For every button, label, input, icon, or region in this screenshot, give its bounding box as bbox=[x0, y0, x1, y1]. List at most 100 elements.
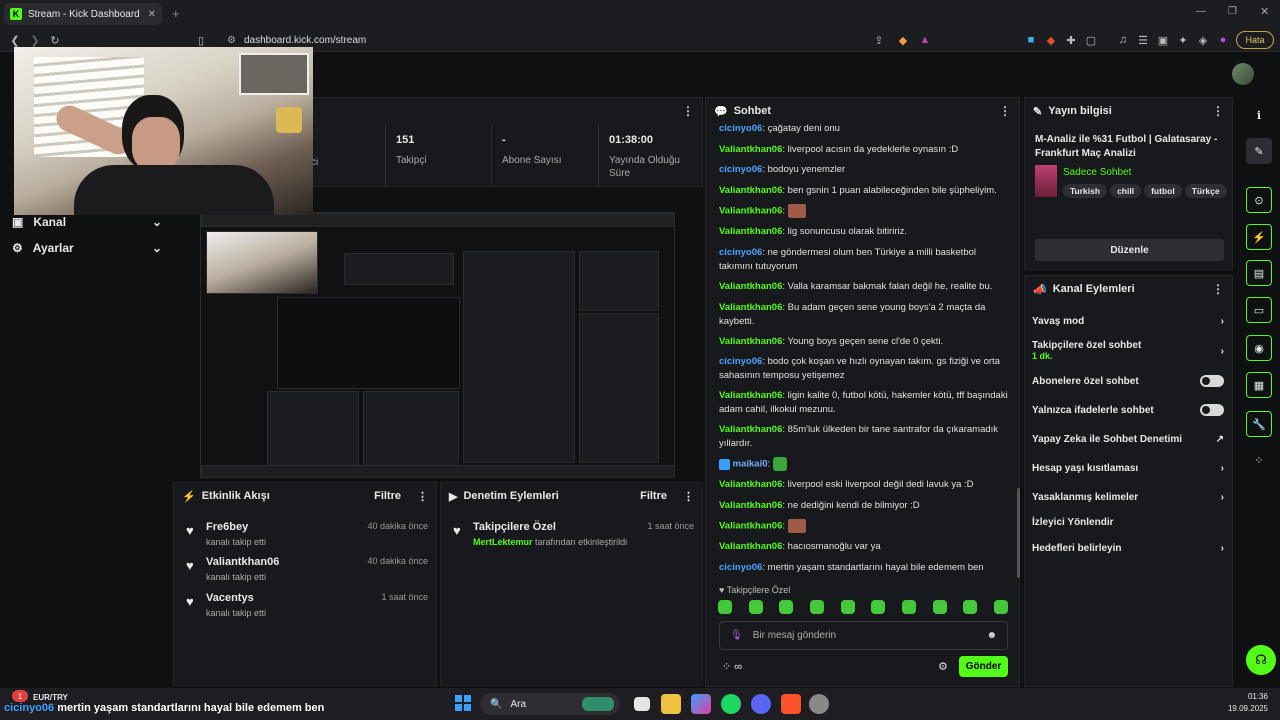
forward-icon[interactable]: ❯ bbox=[28, 33, 42, 47]
nav-settings[interactable]: ⚙ Ayarlar ⌄ bbox=[12, 241, 162, 255]
rewards-icon[interactable]: ▲ bbox=[918, 33, 932, 47]
file-explorer-icon[interactable] bbox=[661, 694, 681, 714]
emote-icon[interactable] bbox=[901, 600, 916, 614]
vpn-icon[interactable]: ◈ bbox=[1196, 33, 1210, 47]
emote-icon[interactable] bbox=[993, 600, 1008, 614]
chat-username[interactable]: Valiantkhan06 bbox=[719, 281, 782, 292]
wallet-icon[interactable]: ▣ bbox=[1156, 33, 1170, 47]
emote-icon[interactable] bbox=[718, 600, 732, 614]
broadcast-icon[interactable]: ◉ bbox=[1246, 335, 1272, 361]
chat-username[interactable]: Valiantkhan06 bbox=[719, 424, 782, 435]
tag[interactable]: chill bbox=[1110, 184, 1142, 198]
ticker-label[interactable]: EUR/TRY bbox=[33, 693, 68, 702]
chat-username[interactable]: cicinyo06 bbox=[719, 247, 762, 258]
chat-username[interactable]: Valiantkhan06 bbox=[719, 479, 782, 490]
minimize-icon[interactable]: — bbox=[1196, 6, 1206, 17]
app-icon[interactable] bbox=[809, 694, 829, 714]
more-options-icon[interactable]: ⋮ bbox=[417, 490, 428, 503]
goals-item[interactable]: Hedefleri belirleyin › bbox=[1032, 543, 1224, 554]
stream-preview[interactable] bbox=[200, 212, 675, 478]
edit-icon[interactable]: ✎ bbox=[1246, 138, 1272, 164]
discord-icon[interactable] bbox=[751, 694, 771, 714]
emote-icon[interactable] bbox=[932, 600, 947, 614]
new-tab-icon[interactable]: + bbox=[172, 6, 180, 21]
more-options-icon[interactable]: ⋮ bbox=[683, 490, 694, 503]
close-window-icon[interactable]: ✕ bbox=[1260, 5, 1269, 18]
chat-username[interactable]: maikai0 bbox=[733, 459, 768, 470]
chat-username[interactable]: Valiantkhan06 bbox=[719, 302, 782, 313]
extension-2-icon[interactable]: ◆ bbox=[1044, 33, 1058, 47]
chat-username[interactable]: cicinyo06 bbox=[719, 164, 762, 175]
share-icon[interactable]: ⇪ bbox=[872, 33, 886, 47]
reload-icon[interactable]: ↻ bbox=[48, 33, 62, 47]
ai-moderation-item[interactable]: Yapay Zeka ile Sohbet Denetimi ↗ bbox=[1032, 434, 1224, 445]
slow-mode-item[interactable]: Yavaş mod › bbox=[1032, 316, 1224, 327]
leo-ai-icon[interactable]: ✦ bbox=[1176, 33, 1190, 47]
address-bar[interactable]: ⚙ dashboard.kick.com/stream bbox=[215, 31, 935, 49]
moderator-name[interactable]: MertLektemur bbox=[473, 537, 533, 547]
wrench-icon[interactable]: 🔧 bbox=[1246, 411, 1272, 437]
music-icon[interactable]: ♫ bbox=[1116, 33, 1130, 47]
back-icon[interactable]: ❮ bbox=[8, 33, 22, 47]
category-name[interactable]: Sadece Sohbet bbox=[1063, 167, 1131, 178]
send-button[interactable]: Gönder bbox=[959, 656, 1008, 677]
microphone-icon[interactable]: 🎙 bbox=[730, 630, 743, 641]
tag[interactable]: Türkçe bbox=[1184, 184, 1227, 198]
followers-only-item[interactable]: Takipçilere özel sohbet 1 dk. › bbox=[1032, 340, 1224, 362]
chat-username[interactable]: Valiantkhan06 bbox=[719, 521, 782, 532]
emoji-icon[interactable]: ☻ bbox=[986, 630, 997, 641]
emotes-only-toggle[interactable] bbox=[1200, 404, 1224, 416]
redirect-item[interactable]: İzleyici Yönlendir bbox=[1032, 517, 1224, 528]
user-avatar[interactable] bbox=[1232, 63, 1254, 85]
chat-username[interactable]: Valiantkhan06 bbox=[719, 336, 782, 347]
event-filter-button[interactable]: Filtre bbox=[374, 490, 401, 502]
emote-icon[interactable] bbox=[748, 600, 763, 614]
emote-icon[interactable] bbox=[840, 600, 855, 614]
profile-icon[interactable]: ● bbox=[1216, 33, 1230, 47]
chat-username[interactable]: cicinyo06 bbox=[719, 562, 762, 573]
edit-button[interactable]: Düzenle bbox=[1035, 239, 1224, 261]
lightning-icon[interactable]: ⚡ bbox=[1246, 224, 1272, 250]
taskbar-search[interactable]: 🔍 Ara bbox=[480, 693, 620, 715]
emote-icon[interactable] bbox=[779, 600, 794, 614]
site-info-icon[interactable]: ⚙ bbox=[227, 35, 236, 46]
more-options-icon[interactable]: ⋮ bbox=[682, 104, 694, 118]
kick-points-icon[interactable]: ⁘ bbox=[1246, 447, 1272, 473]
chat-bubble-icon[interactable]: ▭ bbox=[1246, 297, 1272, 323]
chat-username[interactable]: Valiantkhan06 bbox=[719, 226, 782, 237]
layout-icon[interactable]: ▦ bbox=[1246, 372, 1272, 398]
notes-icon[interactable]: ▤ bbox=[1246, 260, 1272, 286]
gear-icon[interactable]: ⚙ bbox=[938, 660, 948, 673]
copilot-icon[interactable] bbox=[691, 694, 711, 714]
chat-username[interactable]: Valiantkhan06 bbox=[719, 500, 782, 511]
emote-icon[interactable] bbox=[809, 600, 824, 614]
chat-username[interactable]: Valiantkhan06 bbox=[719, 206, 782, 217]
maximize-icon[interactable]: ❐ bbox=[1228, 6, 1237, 17]
extensions-icon[interactable]: ✚ bbox=[1064, 33, 1078, 47]
chat-username[interactable]: cicinyo06 bbox=[719, 123, 762, 134]
subs-only-toggle[interactable] bbox=[1200, 375, 1224, 387]
screenshot-icon[interactable]: ▢ bbox=[1084, 33, 1098, 47]
browser-tab[interactable]: K Stream - Kick Dashboard ✕ bbox=[4, 3, 162, 25]
nav-channel[interactable]: ▣ Kanal ⌄ bbox=[12, 215, 162, 229]
chat-username[interactable]: cicinyo06 bbox=[719, 356, 762, 367]
support-icon[interactable]: ☊ bbox=[1246, 645, 1276, 675]
info-icon[interactable]: ℹ bbox=[1246, 102, 1272, 128]
extension-1-icon[interactable]: ■ bbox=[1024, 33, 1038, 47]
chat-username[interactable]: Valiantkhan06 bbox=[719, 390, 782, 401]
close-tab-icon[interactable]: ✕ bbox=[148, 9, 156, 20]
bookmark-icon[interactable]: ▯ bbox=[194, 33, 208, 47]
emote-icon[interactable] bbox=[871, 600, 886, 614]
chat-username[interactable]: Valiantkhan06 bbox=[719, 144, 782, 155]
brave-shield-icon[interactable]: ◆ bbox=[896, 33, 910, 47]
account-age-item[interactable]: Hesap yaşı kısıtlaması › bbox=[1032, 463, 1224, 474]
moderation-filter-button[interactable]: Filtre bbox=[640, 490, 667, 502]
more-options-icon[interactable]: ⋮ bbox=[999, 104, 1011, 118]
chat-scrollbar[interactable] bbox=[1017, 488, 1020, 578]
error-badge[interactable]: Hata bbox=[1236, 31, 1274, 49]
chat-input[interactable]: 🎙 Bir mesaj gönderin ☻ bbox=[719, 621, 1008, 650]
spotify-icon[interactable] bbox=[721, 694, 741, 714]
obs-icon[interactable]: ⊙ bbox=[1246, 187, 1272, 213]
banned-words-item[interactable]: Yasaklanmış kelimeler › bbox=[1032, 492, 1224, 503]
emote-icon[interactable] bbox=[963, 600, 978, 614]
